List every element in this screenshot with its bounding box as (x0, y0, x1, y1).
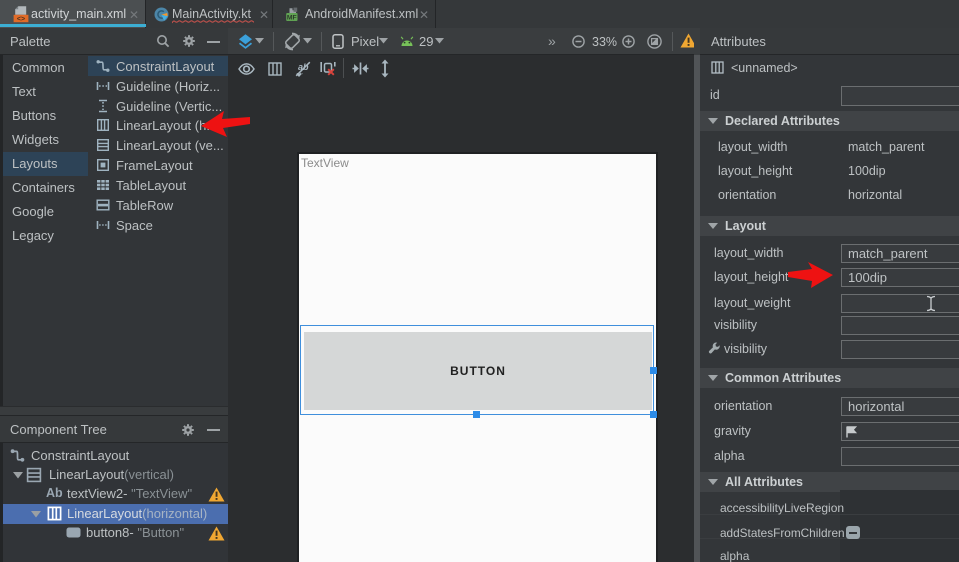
svg-text:MF: MF (287, 15, 297, 22)
svg-text:<>: <> (17, 16, 25, 23)
svg-text:ab: ab (298, 62, 309, 72)
